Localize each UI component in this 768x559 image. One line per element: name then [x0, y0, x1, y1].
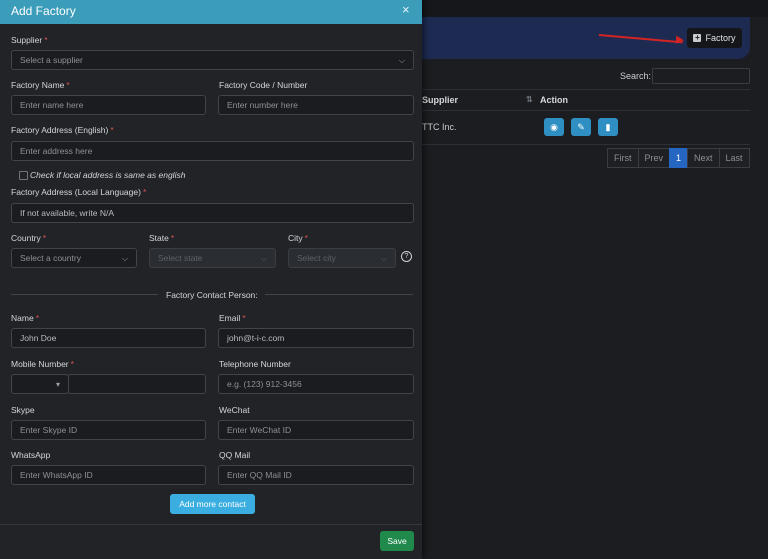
- same-address-label[interactable]: Check if local address is same as englis…: [30, 170, 185, 180]
- supplier-select[interactable]: Select a supplier ⌵: [11, 50, 414, 70]
- modal-footer-divider: [0, 524, 422, 525]
- add-factory-button[interactable]: + Factory: [687, 28, 742, 48]
- city-label: City *: [288, 233, 308, 243]
- qqmail-input[interactable]: Enter QQ Mail ID: [218, 465, 414, 485]
- view-button[interactable]: ◉: [544, 118, 564, 136]
- column-header-supplier[interactable]: Supplier: [422, 95, 458, 105]
- divider: [265, 294, 413, 295]
- country-code-select[interactable]: ▾: [11, 374, 69, 394]
- chevron-down-icon: ▾: [55, 380, 60, 389]
- chevron-down-icon: ⌵: [260, 254, 267, 263]
- save-button[interactable]: Save: [380, 531, 414, 551]
- plus-icon: +: [693, 33, 702, 42]
- address-english-input[interactable]: Enter address here: [11, 141, 414, 161]
- country-label: Country *: [11, 233, 47, 243]
- sort-icon[interactable]: ⇅: [526, 95, 533, 104]
- wechat-label: WeChat: [219, 405, 250, 415]
- qqmail-label: QQ Mail: [219, 450, 251, 460]
- whatsapp-label: WhatsApp: [11, 450, 51, 460]
- column-header-action: Action: [540, 95, 568, 105]
- name-input[interactable]: John Doe: [11, 328, 206, 348]
- whatsapp-input[interactable]: Enter WhatsApp ID: [11, 465, 206, 485]
- address-english-label: Factory Address (English) *: [11, 125, 114, 135]
- address-local-input[interactable]: If not available, write N/A: [11, 203, 414, 223]
- chevron-down-icon: ⌵: [121, 254, 128, 263]
- city-select[interactable]: Select city ⌵: [288, 248, 396, 268]
- email-input[interactable]: john@t-i-c.com: [218, 328, 414, 348]
- delete-button[interactable]: ▮: [598, 118, 618, 136]
- trash-icon: ▮: [605, 121, 611, 132]
- add-factory-modal: Add Factory × Supplier * Select a supplie…: [0, 0, 422, 559]
- wechat-input[interactable]: Enter WeChat ID: [218, 420, 414, 440]
- modal-header: Add Factory ×: [0, 0, 422, 24]
- factory-name-input[interactable]: Enter name here: [11, 95, 206, 115]
- search-input[interactable]: [652, 68, 750, 84]
- table-header: Supplier ⇅ Action: [422, 89, 750, 111]
- edit-button[interactable]: ✎: [571, 118, 591, 136]
- factory-code-input[interactable]: Enter number here: [218, 95, 414, 115]
- telephone-input[interactable]: e.g. (123) 912-3456: [218, 374, 414, 394]
- pagination: First Prev 1 Next Last: [607, 148, 750, 168]
- add-factory-label: Factory: [705, 33, 736, 43]
- page-first[interactable]: First: [607, 148, 639, 168]
- search-label: Search:: [620, 71, 652, 81]
- page-next[interactable]: Next: [687, 148, 720, 168]
- email-label: Email *: [219, 313, 246, 323]
- edit-icon: ✎: [577, 121, 585, 132]
- table-row: TTC Inc. ◉ ✎ ▮: [422, 110, 750, 145]
- eye-icon: ◉: [550, 121, 558, 132]
- skype-input[interactable]: Enter Skype ID: [11, 420, 206, 440]
- country-select[interactable]: Select a country ⌵: [11, 248, 137, 268]
- add-more-contact-button[interactable]: Add more contact: [170, 494, 255, 514]
- state-label: State *: [149, 233, 175, 243]
- address-local-label: Factory Address (Local Language) *: [11, 187, 147, 197]
- chevron-down-icon: ⌵: [398, 56, 405, 65]
- annotation-arrow-icon: [675, 35, 685, 45]
- factory-code-label: Factory Code / Number: [219, 80, 308, 90]
- close-icon[interactable]: ×: [402, 2, 410, 17]
- divider: [11, 294, 158, 295]
- modal-title: Add Factory: [11, 4, 76, 18]
- supplier-label: Supplier *: [11, 35, 48, 45]
- mobile-label: Mobile Number *: [11, 359, 74, 369]
- factory-name-label: Factory Name *: [11, 80, 70, 90]
- skype-label: Skype: [11, 405, 35, 415]
- telephone-label: Telephone Number: [219, 359, 291, 369]
- contact-section-title: Factory Contact Person:: [166, 290, 258, 300]
- name-label: Name *: [11, 313, 39, 323]
- page-1[interactable]: 1: [669, 148, 689, 168]
- page-prev[interactable]: Prev: [637, 148, 671, 168]
- help-icon[interactable]: ?: [401, 251, 412, 262]
- same-address-checkbox[interactable]: [19, 171, 28, 180]
- page-last[interactable]: Last: [718, 148, 750, 168]
- chevron-down-icon: ⌵: [380, 254, 387, 263]
- mobile-input[interactable]: [68, 374, 206, 394]
- row-supplier: TTC Inc.: [422, 122, 457, 132]
- state-select[interactable]: Select state ⌵: [149, 248, 276, 268]
